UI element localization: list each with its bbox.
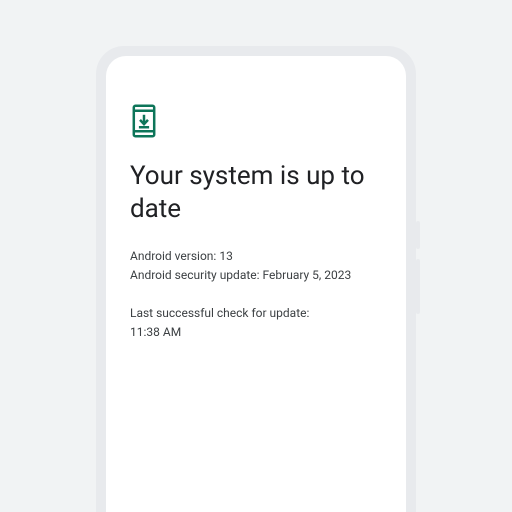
security-update-value: February 5, 2023 — [263, 268, 352, 282]
android-version-value: 13 — [219, 249, 233, 263]
phone-side-button — [416, 259, 420, 314]
system-update-screen: Your system is up to date Android versio… — [106, 56, 406, 512]
last-check-time: 11:38 AM — [130, 323, 382, 342]
last-check-label: Last successful check for update: — [130, 304, 382, 323]
phone-download-icon — [130, 104, 382, 142]
phone-side-button — [416, 221, 420, 249]
version-info-block: Android version: 13 Android security upd… — [130, 247, 382, 284]
phone-frame: Your system is up to date Android versio… — [96, 46, 416, 512]
android-version-line: Android version: 13 — [130, 247, 382, 266]
last-check-block: Last successful check for update: 11:38 … — [130, 304, 382, 341]
security-update-label: Android security update: — [130, 268, 260, 282]
page-title: Your system is up to date — [130, 160, 382, 225]
security-update-line: Android security update: February 5, 202… — [130, 266, 382, 285]
android-version-label: Android version: — [130, 249, 216, 263]
